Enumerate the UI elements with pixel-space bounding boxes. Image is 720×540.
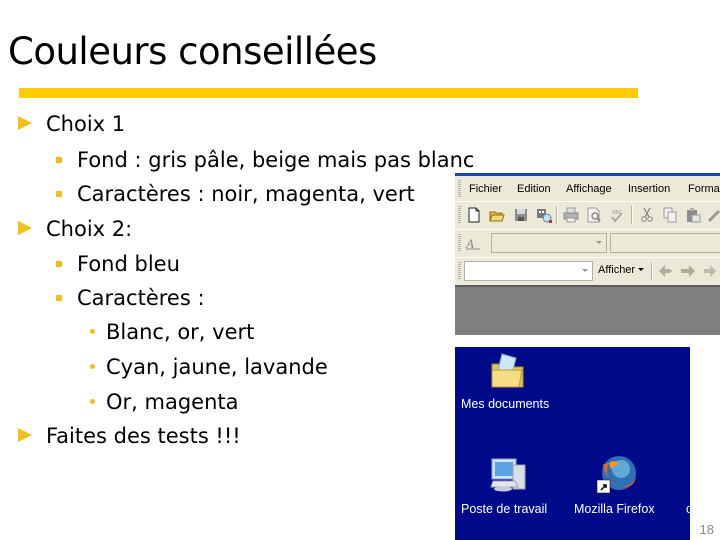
my-computer-icon [490,458,526,492]
bullet-text: Cyan, jaune, lavande [106,355,328,379]
document-area [455,285,720,335]
dot-bullet-icon [90,364,95,369]
title-bar-strip [455,173,720,176]
bullet-level3: Cyan, jaune, lavande [90,355,328,379]
toolbar-grip [458,206,461,224]
my-documents-folder-icon [491,353,524,388]
firefox-icon [596,456,636,494]
square-bullet-icon [56,295,62,301]
forward-arrow-icon[interactable] [680,263,696,279]
bullet-level1: Choix 2: [18,217,132,241]
desktop-icon-mes-documents[interactable] [488,350,528,395]
menu-bar: Fichier Edition Affichage Insertion Form… [455,177,720,201]
address-combo[interactable] [464,261,593,281]
desktop-icon-poste-de-travail[interactable] [489,455,529,500]
save-icon[interactable] [513,207,529,223]
desktop-icon-mozilla-firefox[interactable] [596,453,639,500]
bullet-level3: Blanc, or, vert [90,320,254,344]
arrow-bullet-icon [18,116,32,130]
menu-insertion[interactable]: Insertion [628,183,670,195]
desktop-label[interactable]: Mozilla Firefox [574,502,655,516]
permissions-icon[interactable] [536,207,552,223]
desktop-screenshot: Mes documents Poste de travail Mozilla F… [455,347,690,540]
bullet-text: Caractères : noir, magenta, vert [77,182,415,206]
formatting-toolbar: A [455,229,720,256]
square-bullet-icon [56,191,62,197]
chevron-down-icon[interactable] [582,269,588,272]
arrow-bullet-icon [18,221,32,235]
bullet-level1: Choix 1 [18,112,125,136]
bullet-text: Choix 2: [46,217,133,241]
toolbar-grip [458,234,461,252]
bullet-text: Or, magenta [106,390,239,414]
bullet-level3: Or, magenta [90,390,239,414]
spellcheck-icon[interactable]: ABC [609,207,625,223]
chevron-down-icon[interactable] [596,241,602,244]
open-folder-icon[interactable] [489,207,505,223]
bullet-level2: Caractères : noir, magenta, vert [56,182,415,206]
bullet-text: Fond bleu [77,252,180,276]
print-icon[interactable] [563,207,579,223]
menu-affichage[interactable]: Affichage [566,183,612,195]
desktop-label-cut-off: c [686,502,690,516]
bullet-level1: Faites des tests !!! [18,424,241,448]
desktop-label[interactable]: Mes documents [461,397,549,411]
menu-edition[interactable]: Edition [517,183,551,195]
title-underline [19,88,638,98]
toolbar-separator [651,262,653,280]
paste-icon[interactable] [685,207,701,223]
new-document-icon[interactable] [466,207,482,223]
square-bullet-icon [56,157,62,163]
format-painter-icon[interactable] [707,207,720,223]
menu-fichier[interactable]: Fichier [469,183,502,195]
bullet-level2: Fond bleu [56,252,180,276]
web-toolbar: Afficher [455,257,720,284]
print-preview-icon[interactable] [586,207,602,223]
square-bullet-icon [56,261,62,267]
toolbar-separator [631,206,633,224]
cut-icon[interactable] [639,207,655,223]
page-number: 18 [699,522,714,537]
menu-format[interactable]: Format [688,183,720,195]
arrow-bullet-icon [18,428,32,442]
bullet-level2: Fond : gris pâle, beige mais pas blanc [56,148,474,172]
toolbar-grip [458,262,461,280]
dropdown-arrow-icon [638,268,645,271]
app-toolbar-screenshot: Fichier Edition Affichage Insertion Form… [455,173,720,335]
style-combo[interactable] [491,233,607,253]
toolbar-separator [556,206,558,224]
style-icon[interactable]: A [465,235,481,251]
back-arrow-icon[interactable] [658,263,674,279]
desktop-label[interactable]: Poste de travail [461,502,547,516]
bullet-text: Choix 1 [46,112,126,136]
toolbar-grip [458,180,461,198]
standard-toolbar: ABC [455,201,720,228]
stop-icon[interactable] [702,263,718,279]
bullet-text: Fond : gris pâle, beige mais pas blanc [77,148,475,172]
slide-title: Couleurs conseillées [8,30,377,73]
afficher-button[interactable]: Afficher [598,264,645,276]
bullet-level2: Caractères : [56,286,205,310]
bullet-text: Blanc, or, vert [106,320,255,344]
dot-bullet-icon [90,329,95,334]
copy-icon[interactable] [662,207,678,223]
bullet-text: Faites des tests !!! [46,424,241,448]
dot-bullet-icon [90,399,95,404]
afficher-label: Afficher [598,264,636,276]
font-combo[interactable] [610,233,720,253]
bullet-text: Caractères : [77,286,205,310]
